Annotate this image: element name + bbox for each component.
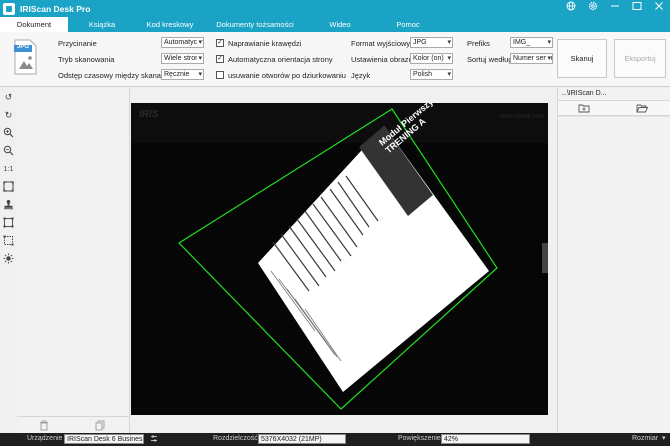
open-folder-icon[interactable] xyxy=(636,103,649,115)
status-bar: Urządzenie IRIScan Desk 6 Business Rozdz… xyxy=(0,433,670,446)
actual-size-icon[interactable]: 1:1 xyxy=(2,163,15,176)
zoom-label: Powiększenie xyxy=(398,435,441,442)
prefix-input[interactable]: IMG_ xyxy=(510,37,553,48)
new-folder-icon[interactable] xyxy=(578,103,590,115)
stamp-icon[interactable] xyxy=(2,199,15,212)
thumbnail-footer xyxy=(17,416,129,433)
device-label: Urządzenie xyxy=(27,435,63,442)
size-dropdown-icon[interactable]: ▾ xyxy=(662,434,666,442)
window-title: IRIScan Desk Pro xyxy=(20,3,91,14)
watermark-logo: IRIS xyxy=(139,109,159,120)
gear-icon[interactable] xyxy=(582,0,604,17)
output-toolbar xyxy=(558,100,670,116)
rotate-left-icon[interactable]: ↺ xyxy=(2,91,15,104)
image-settings-select[interactable]: Kolor (on) xyxy=(410,53,453,64)
deskew-checkbox[interactable]: ✓ xyxy=(216,39,224,47)
rotate-right-icon[interactable]: ↻ xyxy=(2,109,15,122)
menu-tabs: Dokument Książka Kod kreskowy Dokumenty … xyxy=(0,17,670,32)
output-path: ...\IRIScan D... xyxy=(561,90,607,97)
sort-label: Sortuj według xyxy=(467,55,513,64)
crop-label: Przycinanie xyxy=(58,39,97,48)
tab-kod-kreskowy[interactable]: Kod kreskowy xyxy=(136,17,204,32)
autoorient-label: Automatyczna orientacja strony xyxy=(228,55,333,64)
interval-select[interactable]: Ręcznie xyxy=(161,69,204,80)
tab-ksiazka[interactable]: Książka xyxy=(68,17,136,32)
tab-pomoc[interactable]: Pomoc xyxy=(374,17,442,32)
preview-canvas xyxy=(131,103,548,415)
collapse-panel-handle[interactable] xyxy=(542,243,548,273)
settings-ribbon: JPG Przycinanie Automatyczne Tryb skanow… xyxy=(0,32,670,87)
minimize-icon[interactable] xyxy=(604,0,626,17)
maximize-icon[interactable] xyxy=(626,0,648,17)
watermark-url: www.irislink.com xyxy=(499,114,544,120)
close-icon[interactable] xyxy=(648,0,670,17)
device-settings-icon[interactable] xyxy=(150,434,158,445)
punchhole-label: usuwanie otworów po dziurkowaniu xyxy=(228,71,346,80)
prefix-label: Prefiks xyxy=(467,39,490,48)
sort-select[interactable]: Numer seryjny xyxy=(510,53,553,64)
interval-label: Odstęp czasowy między skanami xyxy=(58,71,169,80)
tab-dokumenty-tozsamosci[interactable]: Dokumenty tożsamości xyxy=(204,17,306,32)
export-button[interactable]: Eksportuj xyxy=(614,39,666,78)
tab-dokument[interactable]: Dokument xyxy=(0,17,68,32)
trash-icon[interactable] xyxy=(39,420,49,433)
size-label: Rozmiar xyxy=(632,435,659,442)
crop-manual-icon[interactable] xyxy=(2,235,15,248)
fit-window-icon[interactable] xyxy=(2,181,15,194)
crop-area-icon[interactable] xyxy=(2,217,15,230)
zoom-out-icon[interactable] xyxy=(2,145,15,158)
crop-select[interactable]: Automatyczne xyxy=(161,37,204,48)
brightness-icon[interactable] xyxy=(2,253,15,266)
resolution-select[interactable]: 5376X4032 (21MP) xyxy=(258,434,346,444)
copy-icon[interactable] xyxy=(95,420,105,433)
file-type-icon: JPG xyxy=(12,39,38,75)
app-logo-icon xyxy=(3,2,15,15)
output-panel: ...\IRIScan D... xyxy=(557,88,670,433)
thumbnail-panel xyxy=(17,88,130,433)
zoom-select[interactable]: 42% xyxy=(441,434,530,444)
zoom-in-icon[interactable] xyxy=(2,127,15,140)
scan-button[interactable]: Skanuj xyxy=(557,39,607,78)
language-select[interactable]: Polish xyxy=(410,69,453,80)
punchhole-checkbox[interactable] xyxy=(216,71,224,79)
output-format-select[interactable]: JPG xyxy=(410,37,453,48)
deskew-label: Naprawianie krawędzi xyxy=(228,39,302,48)
device-select[interactable]: IRIScan Desk 6 Business xyxy=(64,434,144,444)
scan-preview[interactable]: IRIS www.irislink.com Moduł Pierwszy TRE… xyxy=(131,103,548,415)
scan-mode-label: Tryb skanowania xyxy=(58,55,115,64)
language-label: Język xyxy=(351,71,371,80)
resolution-label: Rozdzielczość xyxy=(213,435,258,442)
scan-mode-select[interactable]: Wiele stron xyxy=(161,53,204,64)
globe-icon[interactable] xyxy=(560,0,582,17)
image-settings-label: Ustawienia obrazu xyxy=(351,55,413,64)
file-type-label: JPG xyxy=(17,44,30,50)
window-controls xyxy=(560,0,670,17)
output-format-label: Format wyjściowy xyxy=(351,39,411,48)
autoorient-checkbox[interactable]: ✓ xyxy=(216,55,224,63)
left-toolbar: ↺ ↻ 1:1 xyxy=(0,88,17,433)
title-bar: IRIScan Desk Pro xyxy=(0,0,670,17)
tab-wideo[interactable]: Wideo xyxy=(306,17,374,32)
